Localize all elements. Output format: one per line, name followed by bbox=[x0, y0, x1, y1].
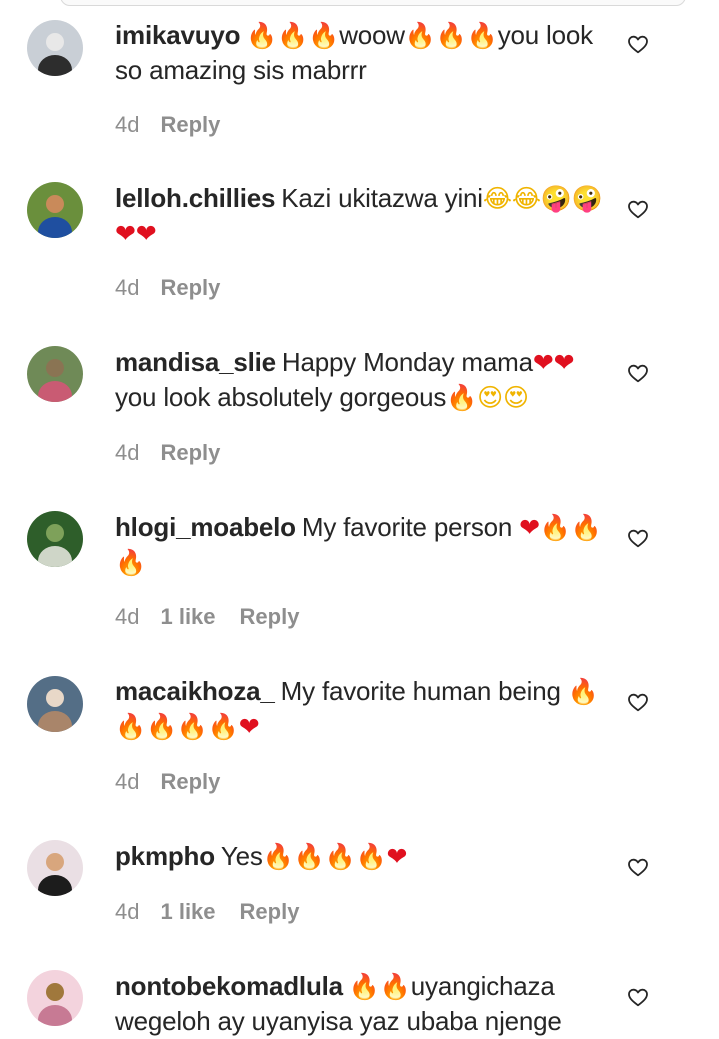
avatar[interactable] bbox=[27, 20, 83, 76]
avatar[interactable] bbox=[27, 970, 83, 1026]
comment-meta: 4d 1 like Reply bbox=[115, 897, 299, 927]
reply-button[interactable]: Reply bbox=[160, 275, 220, 301]
fire-emoji-icon: 🔥 bbox=[355, 842, 387, 871]
fire-emoji-icon: 🔥 bbox=[446, 383, 478, 412]
fire-emoji-icon: 🔥 bbox=[567, 677, 599, 706]
comment-meta: 4d Reply bbox=[115, 273, 220, 303]
comment-timestamp: 4d bbox=[115, 112, 140, 137]
comment-username[interactable]: mandisa_slie bbox=[115, 347, 276, 377]
comment-meta: 4d 1 like Reply bbox=[115, 602, 299, 632]
comment-timestamp: 4d bbox=[115, 440, 140, 465]
comment-username[interactable]: lelloh.chillies bbox=[115, 183, 275, 213]
fire-emoji-icon: 🔥 bbox=[570, 513, 602, 542]
comment-body: Yes bbox=[220, 841, 263, 871]
like-heart-icon[interactable] bbox=[626, 526, 650, 550]
avatar[interactable] bbox=[27, 182, 83, 238]
red-emoji-icon: ❤ bbox=[135, 219, 157, 248]
fire-emoji-icon: 🔥 bbox=[379, 972, 411, 1001]
avatar[interactable] bbox=[27, 511, 83, 567]
avatar[interactable] bbox=[27, 840, 83, 896]
red-emoji-icon: ❤ bbox=[553, 348, 575, 377]
comment-body: My favorite person bbox=[301, 512, 520, 542]
like-heart-icon[interactable] bbox=[626, 690, 650, 714]
fire-emoji-icon: 🔥 bbox=[115, 712, 146, 741]
laugh-emoji-icon: 😂 bbox=[511, 184, 541, 213]
fire-emoji-icon: 🔥 bbox=[404, 21, 436, 50]
love-emoji-icon: 😍 bbox=[503, 383, 529, 412]
fire-emoji-icon: 🔥 bbox=[466, 21, 498, 50]
comment-text: hlogi_moabelo My favorite person ❤🔥🔥🔥 bbox=[115, 510, 605, 580]
fire-emoji-icon: 🔥 bbox=[277, 21, 309, 50]
fire-emoji-icon: 🔥 bbox=[308, 21, 340, 50]
fire-emoji-icon: 🔥 bbox=[348, 972, 380, 1001]
reply-button[interactable]: Reply bbox=[240, 604, 300, 630]
red-emoji-icon: ❤ bbox=[238, 712, 260, 741]
like-heart-icon[interactable] bbox=[626, 361, 650, 385]
fire-emoji-icon: 🔥 bbox=[262, 842, 294, 871]
comment-timestamp: 4d bbox=[115, 899, 140, 924]
comment-timestamp: 4d bbox=[115, 769, 140, 794]
comment-text: mandisa_slie Happy Monday mama❤❤ you look… bbox=[115, 345, 605, 415]
comment-text: imikavuyo 🔥🔥🔥woow🔥🔥🔥you look so amazing s… bbox=[115, 18, 605, 88]
comment-text: macaikhoza_ My favorite human being 🔥🔥🔥🔥🔥… bbox=[115, 674, 605, 744]
laugh-emoji-icon: 😂 bbox=[482, 184, 512, 213]
fire-emoji-icon: 🔥 bbox=[115, 548, 146, 577]
reply-button[interactable]: Reply bbox=[160, 769, 220, 795]
comment-username[interactable]: macaikhoza_ bbox=[115, 676, 275, 706]
fire-emoji-icon: 🔥 bbox=[207, 712, 239, 741]
red-emoji-icon: ❤ bbox=[386, 842, 408, 871]
comment-meta: 4d Reply bbox=[115, 438, 220, 468]
fire-emoji-icon: 🔥 bbox=[293, 842, 325, 871]
comment-timestamp: 4d bbox=[115, 604, 140, 629]
comment-input-edge[interactable] bbox=[60, 0, 686, 6]
fire-emoji-icon: 🔥 bbox=[435, 21, 467, 50]
avatar[interactable] bbox=[27, 676, 83, 732]
comment-meta: 4d Reply bbox=[115, 110, 220, 140]
crazy-emoji-icon: 🤪 bbox=[540, 184, 572, 213]
avatar[interactable] bbox=[27, 346, 83, 402]
love-emoji-icon: 😍 bbox=[477, 383, 503, 412]
comment-text: lelloh.chillies Kazi ukitazwa yini😂😂🤪🤪❤❤ bbox=[115, 181, 605, 251]
comment-body: My favorite human being bbox=[280, 676, 568, 706]
like-heart-icon[interactable] bbox=[626, 985, 650, 1009]
comment-body: woow bbox=[339, 20, 405, 50]
fire-emoji-icon: 🔥 bbox=[145, 712, 177, 741]
reply-button[interactable]: Reply bbox=[160, 440, 220, 466]
crazy-emoji-icon: 🤪 bbox=[571, 184, 603, 213]
comment-timestamp: 4d bbox=[115, 275, 140, 300]
top-input-edge bbox=[0, 0, 719, 6]
like-count[interactable]: 1 like bbox=[160, 604, 215, 630]
comment-body: you look absolutely gorgeous bbox=[115, 382, 447, 412]
reply-button[interactable]: Reply bbox=[240, 899, 300, 925]
comment-username[interactable]: hlogi_moabelo bbox=[115, 512, 296, 542]
like-heart-icon[interactable] bbox=[626, 855, 650, 879]
fire-emoji-icon: 🔥 bbox=[246, 21, 278, 50]
comment-text: nontobekomadlula 🔥🔥uyangichaza wegeloh ay… bbox=[115, 969, 605, 1039]
comment-username[interactable]: imikavuyo bbox=[115, 20, 241, 50]
like-heart-icon[interactable] bbox=[626, 197, 650, 221]
comment-text: pkmpho Yes🔥🔥🔥🔥❤ bbox=[115, 839, 605, 874]
comment-username[interactable]: nontobekomadlula bbox=[115, 971, 343, 1001]
fire-emoji-icon: 🔥 bbox=[324, 842, 356, 871]
fire-emoji-icon: 🔥 bbox=[539, 513, 571, 542]
red-emoji-icon: ❤ bbox=[532, 348, 554, 377]
comment-meta: 4d Reply bbox=[115, 767, 220, 797]
red-emoji-icon: ❤ bbox=[115, 219, 136, 248]
like-heart-icon[interactable] bbox=[626, 32, 650, 56]
like-count[interactable]: 1 like bbox=[160, 899, 215, 925]
fire-emoji-icon: 🔥 bbox=[176, 712, 208, 741]
red-emoji-icon: ❤ bbox=[519, 513, 540, 542]
comment-body: Kazi ukitazwa yini bbox=[281, 183, 483, 213]
comment-username[interactable]: pkmpho bbox=[115, 841, 215, 871]
comment-body: Happy Monday mama bbox=[281, 347, 533, 377]
reply-button[interactable]: Reply bbox=[160, 112, 220, 138]
